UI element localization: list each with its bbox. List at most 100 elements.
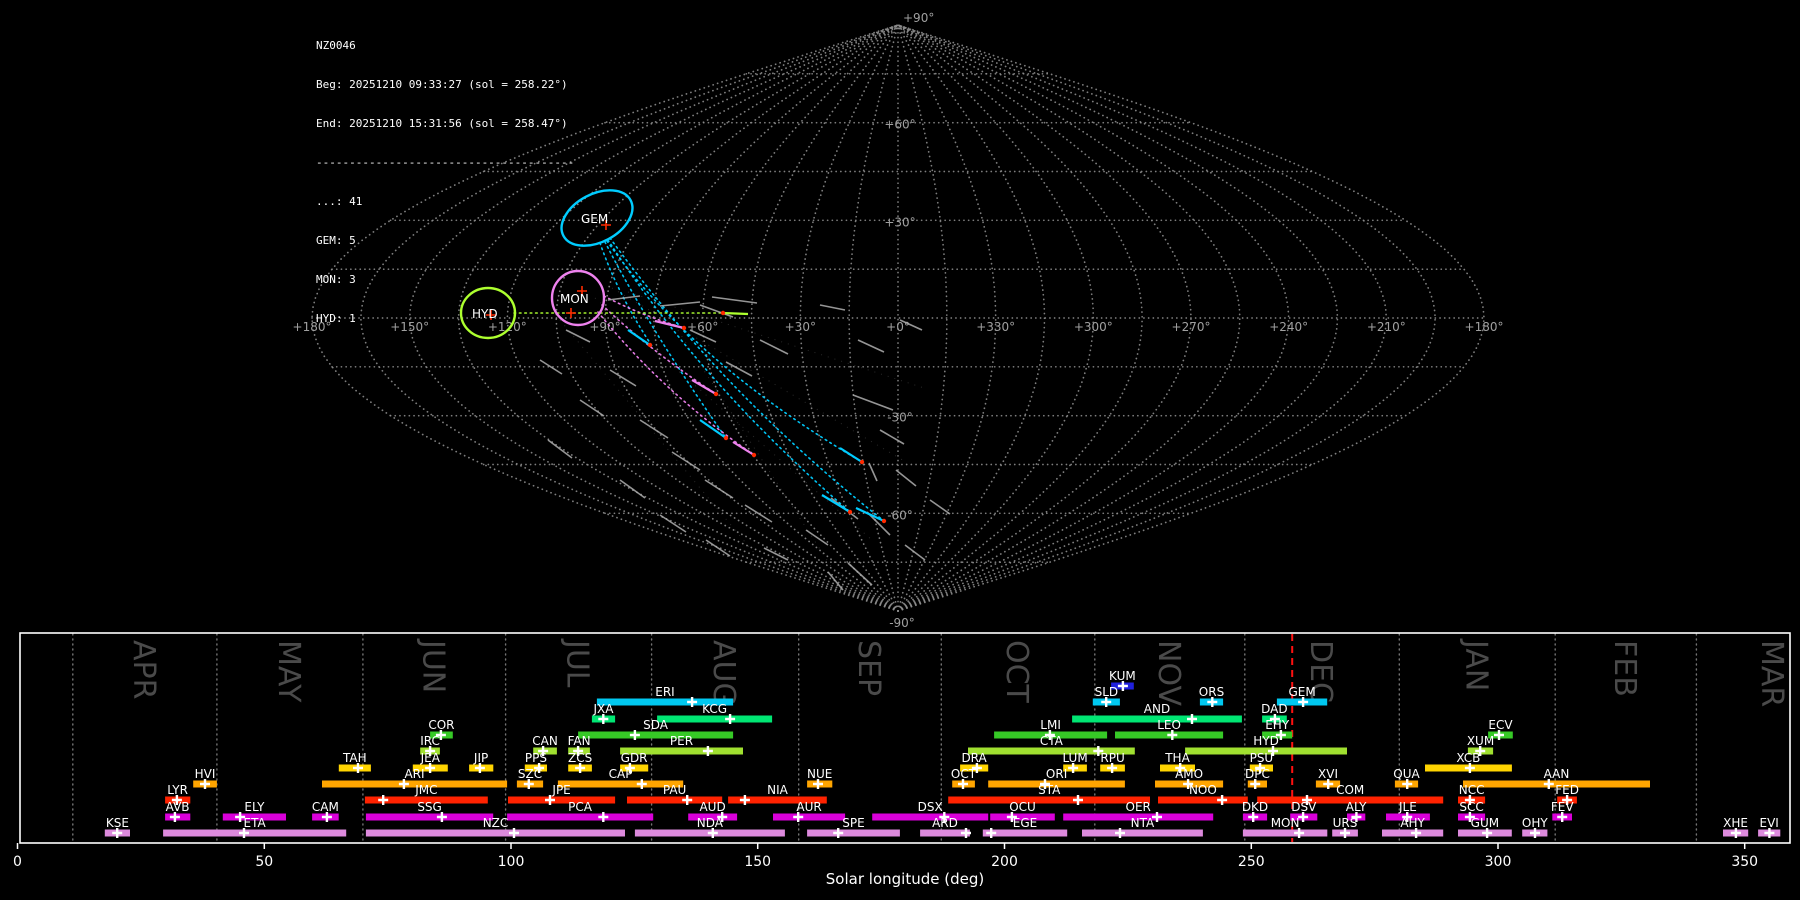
count-mon: MON: 3 — [316, 273, 356, 286]
shower-bar-label-ely: ELY — [244, 800, 265, 814]
shower-meteor — [691, 379, 717, 395]
sporadic-meteor — [725, 361, 753, 377]
shower-bar-label-oer: OER — [1126, 800, 1151, 814]
shower-bar-label-aly: ALY — [1346, 800, 1367, 814]
shower-bar-label-nda: NDA — [697, 816, 724, 830]
month-label: APR — [126, 640, 161, 699]
count-sporadic: ...: 41 — [316, 195, 363, 208]
sporadic-meteor — [857, 339, 885, 353]
shower-bar-label-gem: GEM — [1288, 685, 1315, 699]
sporadic-meteor — [759, 339, 789, 355]
shower-trail — [604, 241, 727, 439]
shower-bar-label-ncc: NCC — [1459, 783, 1485, 797]
latitude-label: +30° — [884, 215, 915, 229]
count-gem: GEM: 5 — [316, 234, 356, 247]
shower-bar-label-kse: KSE — [106, 816, 129, 830]
shower-bar-label-jpe: JPE — [551, 783, 570, 797]
shower-bar-label-ors: ORS — [1199, 685, 1224, 699]
shower-bar-nzc — [365, 829, 625, 837]
shower-bar-label-rpu: RPU — [1100, 751, 1124, 765]
shower-trail — [606, 240, 863, 463]
shower-bar-jpe — [508, 796, 616, 804]
shower-bar-label-ecv: ECV — [1488, 718, 1513, 732]
sporadic-meteor — [895, 469, 917, 487]
shower-bar-label-jea: JEA — [420, 751, 441, 765]
shower-meteor — [627, 329, 651, 346]
faint-trail — [654, 294, 841, 581]
shower-bar-label-mon: MON — [1271, 816, 1300, 830]
meteor-end-marker — [647, 342, 653, 348]
longitude-label: +90° — [589, 320, 620, 334]
shower-bar-label-cap: CAP — [609, 767, 633, 781]
month-label: NOV — [1151, 640, 1186, 707]
shower-bar-nta — [1082, 829, 1203, 837]
latitude-label: +60° — [884, 118, 915, 132]
observation-begin: Beg: 20251210 09:33:27 (sol = 258.22°) — [316, 78, 568, 91]
shower-bar-label-lyr: LYR — [167, 783, 188, 797]
sporadic-meteor — [852, 394, 894, 411]
axis-tick-label: 150 — [744, 854, 771, 870]
shower-bar-label-kum: KUM — [1109, 669, 1136, 683]
sporadic-meteor — [879, 429, 905, 445]
activity-timeline: APR MAY JUN JUL AUG SEP OCT NOV DEC JAN FEB MARKUME… — [13, 632, 1791, 888]
shower-bar-label-sda: SDA — [643, 718, 669, 732]
shower-trail — [609, 237, 885, 522]
shower-trail — [607, 239, 851, 513]
sporadic-meteor — [763, 547, 789, 561]
shower-bar-label-aan: AAN — [1544, 767, 1570, 781]
shower-bar-label-ori: ORI — [1046, 767, 1067, 781]
shower-bar-label-nta: NTA — [1131, 816, 1155, 830]
shower-bar-label-evi: EVI — [1760, 816, 1779, 830]
shower-bar-label-xcb: XCB — [1456, 751, 1480, 765]
shower-bar-label-and: AND — [1144, 702, 1170, 716]
shower-meteors — [627, 310, 887, 524]
shower-bar-label-pca: PCA — [568, 800, 593, 814]
sporadic-meteor — [671, 451, 701, 471]
shower-bar-label-com: COM — [1336, 783, 1364, 797]
month-label: MAY — [271, 640, 306, 703]
sporadic-meteor — [699, 304, 734, 318]
shower-bar-label-irc: IRC — [420, 734, 440, 748]
month-label: FEB — [1607, 640, 1642, 697]
sporadic-meteors — [539, 295, 951, 591]
meteor-end-marker — [723, 435, 729, 441]
axis-tick-label: 100 — [498, 854, 525, 870]
shower-bar-label-hvi: HVI — [195, 767, 216, 781]
shower-bar-label-szc: SZC — [518, 767, 542, 781]
sporadic-meteor — [639, 419, 669, 439]
shower-bar-label-can: CAN — [532, 734, 558, 748]
meteor-end-marker — [751, 452, 757, 458]
shower-bar-label-lum: LUM — [1062, 751, 1087, 765]
sporadic-meteor — [819, 304, 846, 311]
north-pole-label: +90° — [903, 11, 934, 25]
shower-bars: KUM ERI SLD ORS GEM JXA KCG AND DAD COR SDA LMI LEO E… — [104, 669, 1781, 838]
meteor-end-marker — [881, 518, 887, 524]
shower-meteor — [699, 419, 727, 439]
shower-bar-label-cam: CAM — [312, 800, 339, 814]
shower-bar-label-nia: NIA — [767, 783, 789, 797]
latitude-label: -60° — [887, 508, 913, 522]
faint-trail — [627, 291, 925, 389]
shower-bar-label-xhe: XHE — [1723, 816, 1748, 830]
sporadic-meteor — [609, 369, 637, 387]
sporadic-meteor — [659, 514, 687, 533]
longitude-label: +180° — [1465, 320, 1504, 334]
shower-bar-label-dkd: DKD — [1242, 800, 1268, 814]
sporadic-meteor — [659, 301, 701, 307]
shower-bar-label-ssg: SSG — [417, 800, 442, 814]
meteor-end-marker — [720, 310, 726, 316]
x-axis-title: Solar longitude (deg) — [826, 870, 984, 888]
shower-meteor — [722, 311, 749, 316]
shower-bar-label-dpc: DPC — [1245, 767, 1270, 781]
shower-bar-label-fed: FED — [1555, 783, 1579, 797]
axis-tick-label: 250 — [1238, 854, 1265, 870]
meteor-end-marker — [713, 391, 719, 397]
shower-bar-label-sta: STA — [1038, 783, 1061, 797]
shower-bar-label-gum: GUM — [1471, 816, 1499, 830]
shower-bar-label-nzc: NZC — [483, 816, 509, 830]
count-hyd: HYD: 1 — [316, 312, 356, 325]
shower-bar-label-avb: AVB — [166, 800, 190, 814]
month-label: MAR — [1754, 640, 1789, 707]
shower-bar-label-leo: LEO — [1157, 718, 1181, 732]
sporadic-meteor — [547, 439, 573, 459]
